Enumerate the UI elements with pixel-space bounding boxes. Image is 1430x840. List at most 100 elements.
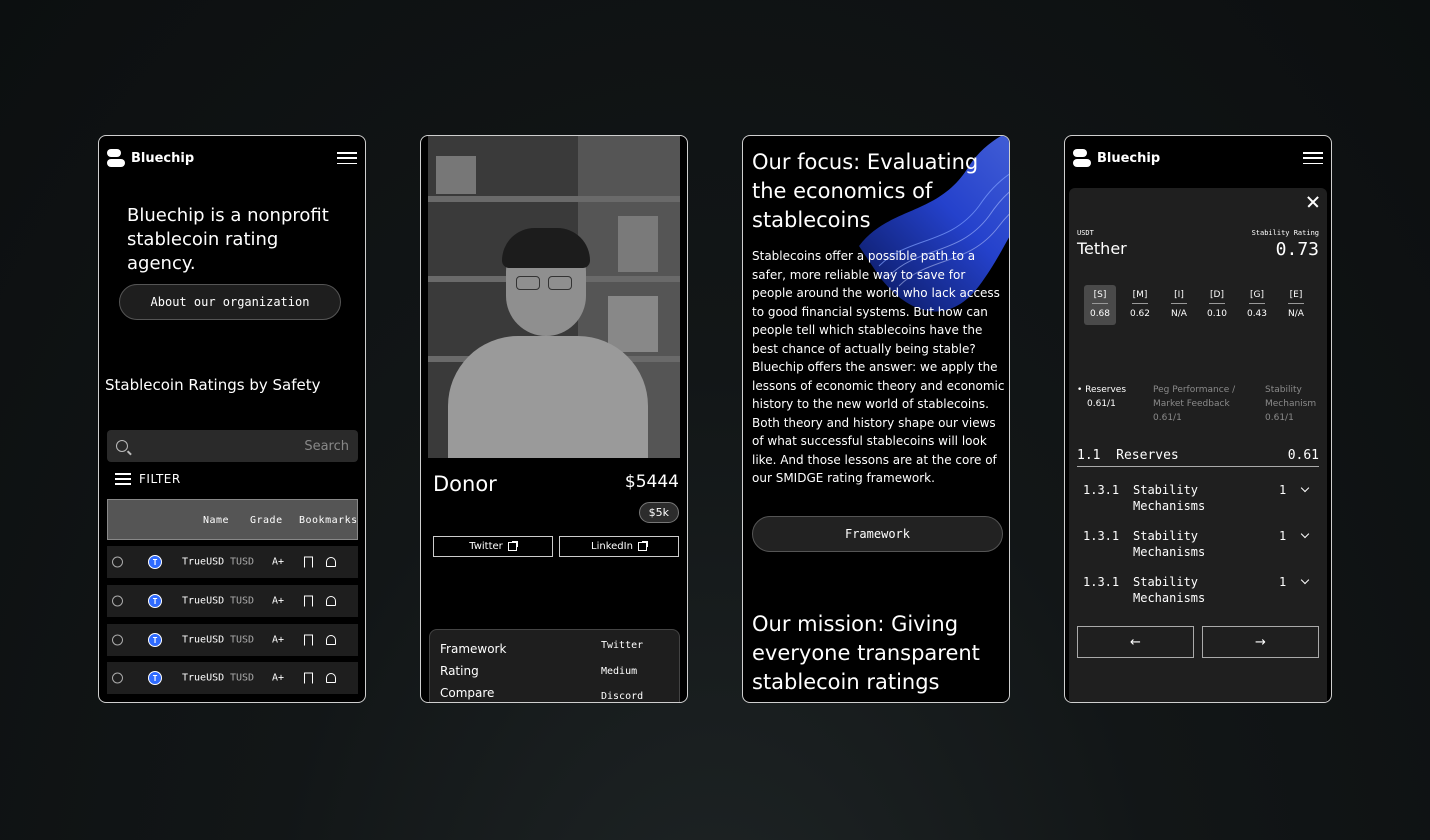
grade-key: [D] <box>1209 290 1225 304</box>
section-title: Stablecoin Ratings by Safety <box>105 376 321 394</box>
category-peg[interactable]: Peg Performance / Market Feedback 0.61/1 <box>1153 383 1249 425</box>
menu-icon[interactable] <box>1303 152 1323 164</box>
row-select-radio[interactable] <box>112 634 123 646</box>
category-stability[interactable]: Stability Mechanism 0.61/1 <box>1265 383 1323 425</box>
footer-link-framework[interactable]: Framework <box>440 642 506 656</box>
coin-grade: A+ <box>272 672 285 684</box>
grade-e[interactable]: [E] N/A <box>1280 285 1312 325</box>
section-number: 1.1 <box>1077 448 1101 463</box>
subsection-title: Stability Mechanisms <box>1133 575 1206 605</box>
section-title: Reserves <box>1116 448 1179 463</box>
grade-i[interactable]: [I] N/A <box>1163 285 1195 325</box>
external-link-icon <box>507 541 518 551</box>
bookmark-icon[interactable] <box>304 595 313 607</box>
tusd-coin-icon: T <box>148 633 162 647</box>
subsection-number: 1.3.1 <box>1083 529 1120 543</box>
row-select-radio[interactable] <box>112 556 123 568</box>
stability-rating-value: 0.73 <box>1275 239 1319 260</box>
table-row[interactable]: T TrueUSD TUSD A+ <box>107 546 358 578</box>
column-name[interactable]: Name <box>203 515 229 526</box>
framework-button[interactable]: Framework <box>752 516 1003 552</box>
search-bar[interactable] <box>107 430 358 462</box>
rating-detail-screen: Bluechip USDT Tether Stability Rating 0.… <box>1064 135 1332 703</box>
coin-symbol: TUSD <box>230 672 255 684</box>
amount-badge: $5k <box>638 502 679 523</box>
filter-button[interactable]: FILTER <box>115 472 181 486</box>
linkedin-link[interactable]: LinkedIn <box>559 536 679 557</box>
grade-key: [E] <box>1288 290 1304 304</box>
donor-screen: Donor $5444 $5k Twitter LinkedIn Framewo… <box>420 135 688 703</box>
bookmark-icon[interactable] <box>304 672 313 684</box>
prev-button[interactable]: ← <box>1077 626 1194 658</box>
grade-s[interactable]: [S] 0.68 <box>1084 285 1116 325</box>
about-screen: Our focus: Evaluating the economics of s… <box>742 135 1010 703</box>
coin-name: TrueUSD <box>182 595 225 607</box>
donor-photo <box>428 136 680 458</box>
bluechip-logo-icon[interactable] <box>1073 149 1091 167</box>
table-row[interactable]: T TrueUSD TUSD A+ <box>107 585 358 617</box>
sliders-icon <box>115 472 131 486</box>
grade-key: [I] <box>1171 290 1187 304</box>
bell-icon[interactable] <box>326 635 336 645</box>
header: Bluechip <box>1073 148 1323 168</box>
subsection-number: 1.3.1 <box>1083 483 1120 497</box>
chevron-down-icon[interactable] <box>1300 575 1310 585</box>
subsection-row[interactable]: 1.3.1 Stability Mechanisms 1 <box>1083 528 1313 560</box>
coin-name: TrueUSD <box>182 672 225 684</box>
footer-link-compare[interactable]: Compare <box>440 686 494 700</box>
table-row[interactable]: T TrueUSD TUSD A+ <box>107 662 358 694</box>
tusd-coin-icon: T <box>148 555 162 569</box>
bell-icon[interactable] <box>326 673 336 683</box>
grade-value: N/A <box>1171 309 1187 319</box>
row-select-radio[interactable] <box>112 595 123 607</box>
footer-link-medium[interactable]: Medium <box>601 666 637 677</box>
footer-link-discord[interactable]: Discord <box>601 691 643 702</box>
subsection-value: 1 <box>1279 529 1287 543</box>
category-reserves[interactable]: • Reserves 0.61/1 <box>1077 383 1147 411</box>
grade-value: 0.62 <box>1129 309 1151 319</box>
table-row[interactable]: T TrueUSD TUSD A+ <box>107 624 358 656</box>
about-button[interactable]: About our organization <box>119 284 341 320</box>
section-reserves: 1.1 Reserves 0.61 <box>1077 448 1319 467</box>
grade-d[interactable]: [D] 0.10 <box>1201 285 1233 325</box>
footer-menu: Framework Rating Compare Twitter Medium … <box>429 629 680 702</box>
next-button[interactable]: → <box>1202 626 1319 658</box>
focus-body: Stablecoins offer a possible path to a s… <box>752 249 1005 485</box>
coin-symbol: TUSD <box>230 634 255 646</box>
row-select-radio[interactable] <box>112 672 123 684</box>
bell-icon[interactable] <box>326 557 336 567</box>
coin-grade: A+ <box>272 556 285 568</box>
search-icon <box>116 440 128 452</box>
coin-symbol: USDT <box>1077 229 1094 237</box>
category-value: 0.61/1 <box>1153 413 1182 423</box>
footer-link-rating[interactable]: Rating <box>440 664 479 678</box>
donor-amount: $5444 <box>624 472 679 492</box>
subsection-row[interactable]: 1.3.1 Stability Mechanisms 1 <box>1083 482 1313 514</box>
coin-name: Tether <box>1077 239 1127 258</box>
category-value: 0.61/1 <box>1087 399 1116 409</box>
menu-icon[interactable] <box>337 152 357 164</box>
chevron-down-icon[interactable] <box>1300 483 1310 493</box>
bell-icon[interactable] <box>326 596 336 606</box>
chevron-down-icon[interactable] <box>1300 529 1310 539</box>
twitter-link-label: Twitter <box>469 541 503 552</box>
category-value: 0.61/1 <box>1265 413 1294 423</box>
coin-grade: A+ <box>272 634 285 646</box>
subsection-title: Stability Mechanisms <box>1133 483 1206 513</box>
bookmark-icon[interactable] <box>304 556 313 568</box>
coin-name: TrueUSD <box>182 556 225 568</box>
close-icon[interactable] <box>1307 196 1319 208</box>
subsection-value: 1 <box>1279 483 1287 497</box>
column-bookmarks[interactable]: Bookmarks <box>299 515 358 526</box>
grade-g[interactable]: [G] 0.43 <box>1241 285 1273 325</box>
twitter-link[interactable]: Twitter <box>433 536 553 557</box>
column-grade[interactable]: Grade <box>250 515 283 526</box>
footer-link-twitter[interactable]: Twitter <box>601 640 643 651</box>
subsection-title: Stability Mechanisms <box>1133 529 1206 559</box>
grade-m[interactable]: [M] 0.62 <box>1124 285 1156 325</box>
search-input[interactable] <box>136 438 349 454</box>
subsection-row[interactable]: 1.3.1 Stability Mechanisms 1 <box>1083 574 1313 606</box>
bluechip-logo-icon[interactable] <box>107 149 125 167</box>
bookmark-icon[interactable] <box>304 634 313 646</box>
grade-key: [S] <box>1092 290 1108 304</box>
